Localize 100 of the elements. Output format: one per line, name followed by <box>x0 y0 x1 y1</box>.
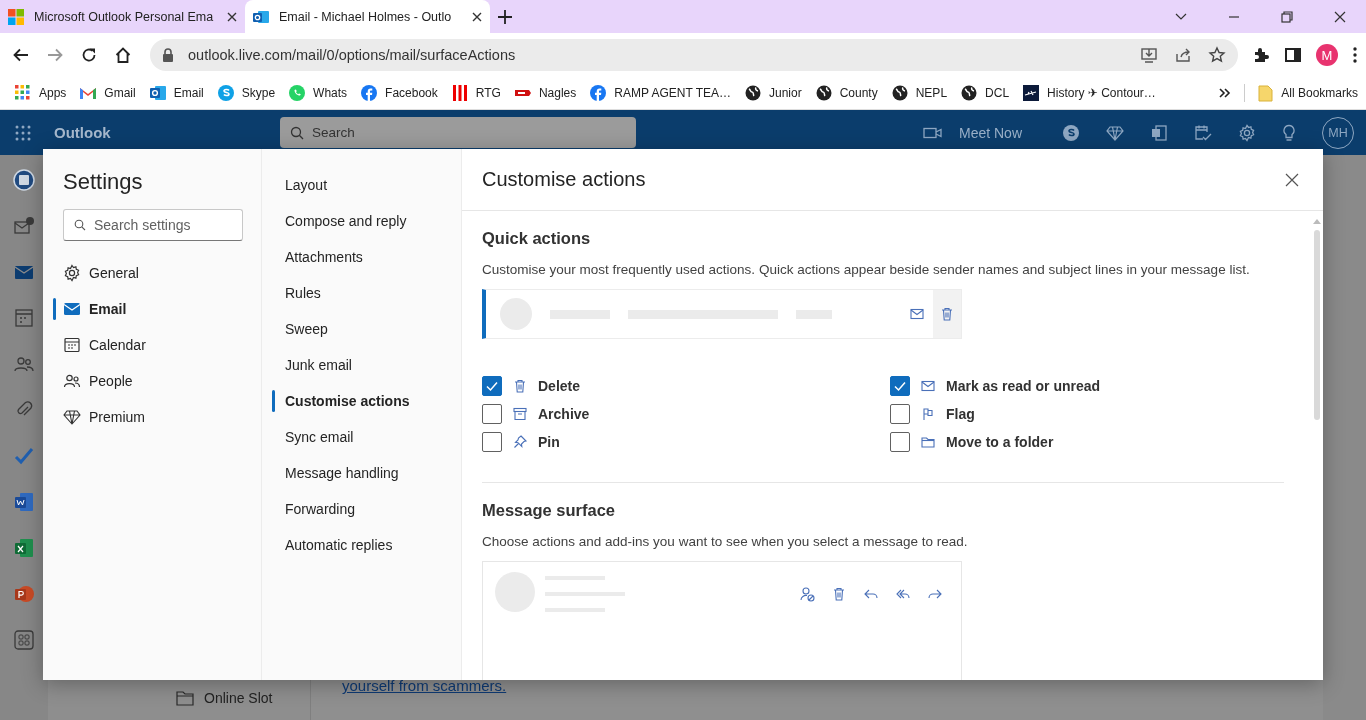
office-app-icon[interactable] <box>1150 123 1168 142</box>
app-launcher-icon[interactable] <box>14 123 32 142</box>
bookmark[interactable]: Gmail <box>79 84 136 102</box>
folder-icon <box>920 434 936 450</box>
settings-category[interactable]: Email <box>63 291 261 327</box>
star-icon[interactable] <box>1208 46 1226 64</box>
checkbox[interactable] <box>482 404 502 424</box>
checkbox[interactable] <box>890 376 910 396</box>
close-icon[interactable] <box>1285 172 1299 187</box>
diamond-icon <box>63 408 81 426</box>
checkmark-icon[interactable] <box>13 445 35 467</box>
document-app-icon[interactable] <box>13 491 35 513</box>
bookmark[interactable]: Nagles <box>513 84 577 102</box>
selection-indicator <box>272 390 275 412</box>
forward-arrow-icon[interactable] <box>46 46 64 64</box>
browser-tab[interactable]: Microsoft Outlook Personal Ema <box>0 0 245 33</box>
checkbox[interactable] <box>482 432 502 452</box>
reload-icon[interactable] <box>80 46 98 64</box>
dialog-title: Settings <box>63 169 144 195</box>
lightbulb-icon[interactable] <box>1282 123 1296 142</box>
mail-icon <box>63 300 81 318</box>
bookmark[interactable]: Facebook <box>360 84 438 102</box>
settings-icon[interactable] <box>1238 123 1256 142</box>
app-circle-icon[interactable] <box>13 169 35 191</box>
people-icon <box>63 372 81 390</box>
new-mail-icon[interactable] <box>13 215 35 237</box>
section-description: Customise your most frequently used actions. Quick actions appear beside sender names and subject lines in your message list. <box>482 262 1251 277</box>
subnav-item[interactable]: Forwarding <box>285 491 461 527</box>
bookmark[interactable]: Apps <box>14 84 67 102</box>
apps-icon[interactable] <box>13 629 35 651</box>
search-field[interactable]: Search settings <box>63 209 243 241</box>
person-block-icon <box>799 586 815 602</box>
mail-app-icon <box>253 8 269 25</box>
bookmark[interactable]: RTG <box>450 84 501 102</box>
calendar-check-icon[interactable] <box>1194 123 1212 142</box>
home-icon[interactable] <box>114 46 132 64</box>
subnav-item[interactable]: Compose and reply <box>285 203 461 239</box>
option-label: Pin <box>538 434 560 450</box>
subnav-item[interactable]: Message handling <box>285 455 461 491</box>
bookmark[interactable]: All Bookmarks <box>1258 84 1358 102</box>
subnav-item[interactable]: Customise actions <box>285 383 461 419</box>
subnav-item[interactable]: Sync email <box>285 419 461 455</box>
meet-now-button[interactable]: Meet Now <box>922 124 1022 141</box>
profile-avatar[interactable]: M <box>1316 44 1338 66</box>
search-field[interactable]: Search <box>280 117 636 148</box>
option-label: Mark as read or unread <box>946 378 1101 394</box>
checkbox[interactable] <box>890 432 910 452</box>
bookmark[interactable]: RAMP AGENT TEA… <box>589 84 731 102</box>
globe-icon <box>744 84 762 102</box>
phone-bubble-icon <box>288 84 307 102</box>
bookmark[interactable]: Whats <box>288 84 348 102</box>
section-heading: Message surface <box>482 501 616 520</box>
download-icon[interactable] <box>1140 46 1158 64</box>
settings-category[interactable]: Premium <box>63 399 261 435</box>
settings-category[interactable]: Calendar <box>63 327 261 363</box>
option-label: Archive <box>538 406 590 422</box>
bookmark[interactable]: County <box>814 84 878 102</box>
close-icon[interactable] <box>227 11 237 22</box>
subnav-item[interactable]: Junk email <box>285 347 461 383</box>
address-bar[interactable]: outlook.live.com/mail/0/options/mail/surfaceActions <box>150 39 1238 71</box>
archive-icon <box>512 406 528 422</box>
video-camera-icon <box>922 125 943 140</box>
panel-title: Customise actions <box>482 168 646 191</box>
settings-category[interactable]: People <box>63 363 261 399</box>
mail-icon <box>920 378 936 394</box>
section-heading: Quick actions <box>482 229 592 248</box>
bookmark[interactable]: NEPL <box>890 84 948 102</box>
chat-app-icon[interactable] <box>1062 123 1080 142</box>
subnav-item[interactable]: Sweep <box>285 311 461 347</box>
bookmark[interactable]: Skype <box>216 84 276 102</box>
puzzle-icon[interactable] <box>1252 46 1270 64</box>
checkbox[interactable] <box>482 376 502 396</box>
restore-icon[interactable] <box>1279 9 1294 24</box>
spreadsheet-app-icon[interactable] <box>13 537 35 559</box>
mail-app-icon <box>148 84 167 102</box>
subnav-item[interactable]: Layout <box>285 167 461 203</box>
close-icon[interactable] <box>1332 9 1347 24</box>
browser-tab[interactable]: Email - Michael Holmes - Outlo <box>245 0 490 33</box>
presentation-app-icon[interactable] <box>13 583 35 605</box>
back-arrow-icon[interactable] <box>12 46 30 64</box>
bookmark[interactable]: Email <box>148 84 204 102</box>
bookmark[interactable]: DCL <box>960 84 1010 102</box>
settings-category[interactable]: General <box>63 255 261 291</box>
search-icon <box>290 125 304 140</box>
share-icon[interactable] <box>1174 46 1192 64</box>
checkbox[interactable] <box>890 404 910 424</box>
subnav-item[interactable]: Attachments <box>285 239 461 275</box>
double-chevron-icon[interactable] <box>1219 87 1232 99</box>
folder-item[interactable]: Online Slot <box>176 690 310 706</box>
more-icon[interactable] <box>1352 46 1358 64</box>
plus-icon[interactable] <box>498 9 512 24</box>
calendar-icon[interactable] <box>13 307 35 329</box>
side-panel-icon[interactable] <box>1284 46 1302 64</box>
diamond-icon[interactable] <box>1106 123 1124 142</box>
bookmark[interactable]: Junior <box>744 84 802 102</box>
subnav-item[interactable]: Rules <box>285 275 461 311</box>
plane-square-icon <box>1022 84 1041 102</box>
bookmark[interactable]: History ✈ Contour… <box>1022 84 1156 102</box>
subnav-item[interactable]: Automatic replies <box>285 527 461 563</box>
close-icon[interactable] <box>472 11 482 22</box>
